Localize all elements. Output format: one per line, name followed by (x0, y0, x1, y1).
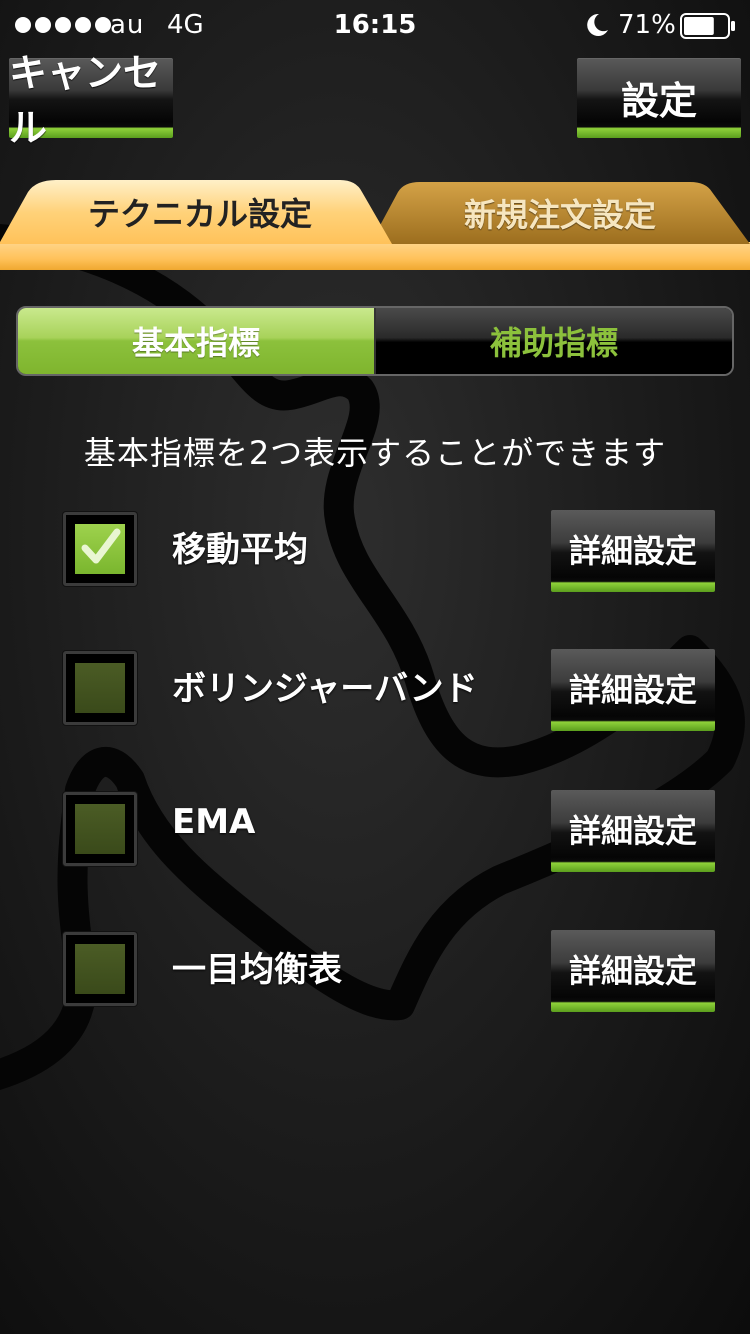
indicator-label: ボリンジャーバンド (172, 669, 478, 709)
tab-technical-settings[interactable]: テクニカル設定 (0, 180, 400, 244)
indicator-label: EMA (172, 802, 256, 842)
indicator-row-ichimoku: 一目均衡表 詳細設定 (0, 930, 750, 1022)
battery-icon (680, 13, 735, 39)
cancel-button[interactable]: キャンセル (9, 51, 173, 150)
indicator-label: 移動平均 (172, 530, 308, 570)
tab-label: テクニカル設定 (87, 195, 312, 233)
bollinger-band-checkbox[interactable] (63, 651, 137, 725)
set-button[interactable]: 設定 (577, 58, 741, 138)
ema-detail-button[interactable]: 詳細設定 (551, 790, 715, 872)
battery-percent: 71% (618, 10, 676, 40)
indicator-row-moving-average: 移動平均 詳細設定 (0, 510, 750, 602)
screen: au 4G 16:15 71% キャンセル 設定 新規注文設定 テクニカル設定 … (0, 0, 750, 1334)
checkmark-icon (81, 528, 121, 564)
ichimoku-detail-button[interactable]: 詳細設定 (551, 930, 715, 1012)
ichimoku-checkbox[interactable] (63, 932, 137, 1006)
segment-auxiliary-indicators[interactable]: 補助指標 (376, 308, 732, 374)
indicator-row-ema: EMA 詳細設定 (0, 790, 750, 882)
moving-average-detail-button[interactable]: 詳細設定 (551, 510, 715, 592)
bollinger-band-detail-button[interactable]: 詳細設定 (551, 649, 715, 731)
ema-checkbox[interactable] (63, 792, 137, 866)
description-text: 基本指標を2つ表示することができます (83, 434, 667, 472)
indicator-label: 一目均衡表 (172, 950, 342, 990)
indicator-row-bollinger-band: ボリンジャーバンド 詳細設定 (0, 649, 750, 741)
tab-underline (0, 242, 750, 270)
tab-label: 新規注文設定 (463, 196, 656, 234)
do-not-disturb-moon-icon (587, 13, 608, 36)
segment-basic-indicators[interactable]: 基本指標 (18, 308, 376, 374)
moving-average-checkbox[interactable] (63, 512, 137, 586)
indicator-segmented-control: 基本指標 補助指標 (16, 306, 734, 376)
tab-new-order-settings[interactable]: 新規注文設定 (370, 182, 750, 244)
